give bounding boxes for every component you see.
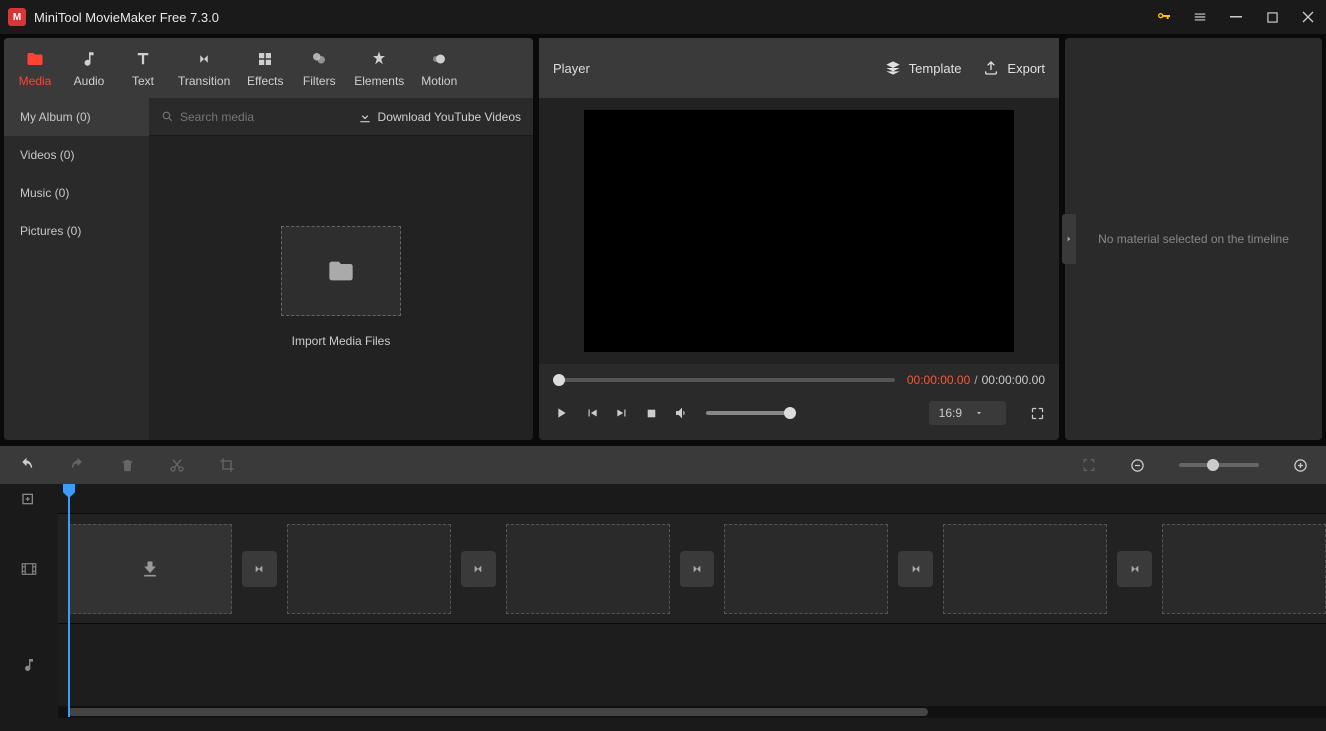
title-bar: M MiniTool MovieMaker Free 7.3.0 <box>0 0 1326 34</box>
export-button[interactable]: Export <box>983 60 1045 76</box>
motion-icon <box>430 48 448 70</box>
media-content: Download YouTube Videos Import Media Fil… <box>149 98 533 440</box>
time-current: 00:00:00.00 <box>907 373 970 387</box>
timeline <box>0 484 1326 731</box>
volume-slider[interactable] <box>706 411 796 415</box>
menu-icon[interactable] <box>1182 0 1218 34</box>
fit-zoom-button[interactable] <box>1082 458 1096 472</box>
audio-track[interactable] <box>58 624 1326 706</box>
inspector-panel: No material selected on the timeline <box>1065 38 1322 440</box>
transition-icon <box>195 48 213 70</box>
fullscreen-button[interactable] <box>1030 406 1045 421</box>
transition-slot[interactable] <box>898 551 933 587</box>
minimize-button[interactable] <box>1218 0 1254 34</box>
stack-icon <box>885 60 901 76</box>
text-icon <box>134 48 152 70</box>
zoom-out-button[interactable] <box>1130 458 1145 473</box>
tab-effects[interactable]: Effects <box>238 44 292 92</box>
export-icon <box>983 60 999 76</box>
category-videos[interactable]: Videos (0) <box>4 136 149 174</box>
media-panel: Media Audio Text Transition Effects Filt… <box>4 38 533 440</box>
time-total: 00:00:00.00 <box>982 373 1045 387</box>
transition-slot[interactable] <box>461 551 496 587</box>
effects-icon <box>256 48 274 70</box>
timeline-ruler[interactable] <box>58 484 1326 514</box>
video-track-icon <box>0 514 58 624</box>
app-title: MiniTool MovieMaker Free 7.3.0 <box>34 10 1146 25</box>
elements-icon <box>370 48 388 70</box>
clip-slot[interactable] <box>1162 524 1326 614</box>
next-frame-button[interactable] <box>615 406 629 420</box>
volume-button[interactable] <box>674 405 690 421</box>
download-icon <box>358 110 372 124</box>
video-preview[interactable] <box>584 110 1014 352</box>
playhead[interactable] <box>68 484 70 717</box>
close-button[interactable] <box>1290 0 1326 34</box>
download-youtube-button[interactable]: Download YouTube Videos <box>358 110 521 124</box>
zoom-in-button[interactable] <box>1293 458 1308 473</box>
media-categories: My Album (0) Videos (0) Music (0) Pictur… <box>4 98 149 440</box>
search-icon <box>161 110 174 123</box>
tab-motion[interactable]: Motion <box>412 44 466 92</box>
scrub-slider[interactable] <box>553 378 895 382</box>
timeline-toolbar <box>0 446 1326 484</box>
crop-button[interactable] <box>219 457 235 473</box>
tab-text[interactable]: Text <box>116 44 170 92</box>
play-button[interactable] <box>553 405 569 421</box>
maximize-button[interactable] <box>1254 0 1290 34</box>
folder-icon <box>25 48 45 70</box>
delete-button[interactable] <box>120 457 135 474</box>
category-my-album[interactable]: My Album (0) <box>4 98 149 136</box>
inspector-empty-text: No material selected on the timeline <box>1098 232 1289 246</box>
zoom-slider[interactable] <box>1179 463 1259 467</box>
clip-slot[interactable] <box>724 524 888 614</box>
music-note-icon <box>80 48 98 70</box>
video-track[interactable] <box>58 514 1326 624</box>
tab-media[interactable]: Media <box>8 44 62 92</box>
clip-slot[interactable] <box>506 524 670 614</box>
preview-area <box>539 98 1059 364</box>
prev-frame-button[interactable] <box>585 406 599 420</box>
player-panel: Player Template Export 00:00:00.00 / 00:… <box>539 38 1059 440</box>
inspector-collapse-handle[interactable] <box>1062 214 1076 264</box>
transition-slot[interactable] <box>1117 551 1152 587</box>
app-logo: M <box>8 8 26 26</box>
stop-button[interactable] <box>645 407 658 420</box>
undo-button[interactable] <box>18 457 35 474</box>
clip-slot[interactable] <box>68 524 232 614</box>
tab-transition[interactable]: Transition <box>170 44 238 92</box>
upgrade-key-icon[interactable] <box>1146 0 1182 34</box>
folder-icon <box>324 257 358 285</box>
cut-button[interactable] <box>169 457 185 473</box>
clip-slot[interactable] <box>943 524 1107 614</box>
template-button[interactable]: Template <box>885 60 962 76</box>
player-title: Player <box>553 61 863 76</box>
filters-icon <box>310 48 328 70</box>
import-media-button[interactable] <box>281 226 401 316</box>
add-track-button[interactable] <box>0 484 58 514</box>
category-music[interactable]: Music (0) <box>4 174 149 212</box>
tab-audio[interactable]: Audio <box>62 44 116 92</box>
audio-track-icon <box>0 624 58 706</box>
timeline-scrollbar[interactable] <box>58 706 1326 718</box>
import-label: Import Media Files <box>292 334 391 348</box>
search-input[interactable] <box>180 110 300 124</box>
redo-button[interactable] <box>69 457 86 474</box>
tab-elements[interactable]: Elements <box>346 44 412 92</box>
main-toolbar: Media Audio Text Transition Effects Filt… <box>4 38 533 98</box>
transition-slot[interactable] <box>680 551 715 587</box>
clip-slot[interactable] <box>287 524 451 614</box>
chevron-down-icon <box>974 408 984 418</box>
aspect-ratio-select[interactable]: 16:9 <box>929 401 1006 425</box>
category-pictures[interactable]: Pictures (0) <box>4 212 149 250</box>
tab-filters[interactable]: Filters <box>292 44 346 92</box>
transition-slot[interactable] <box>242 551 277 587</box>
